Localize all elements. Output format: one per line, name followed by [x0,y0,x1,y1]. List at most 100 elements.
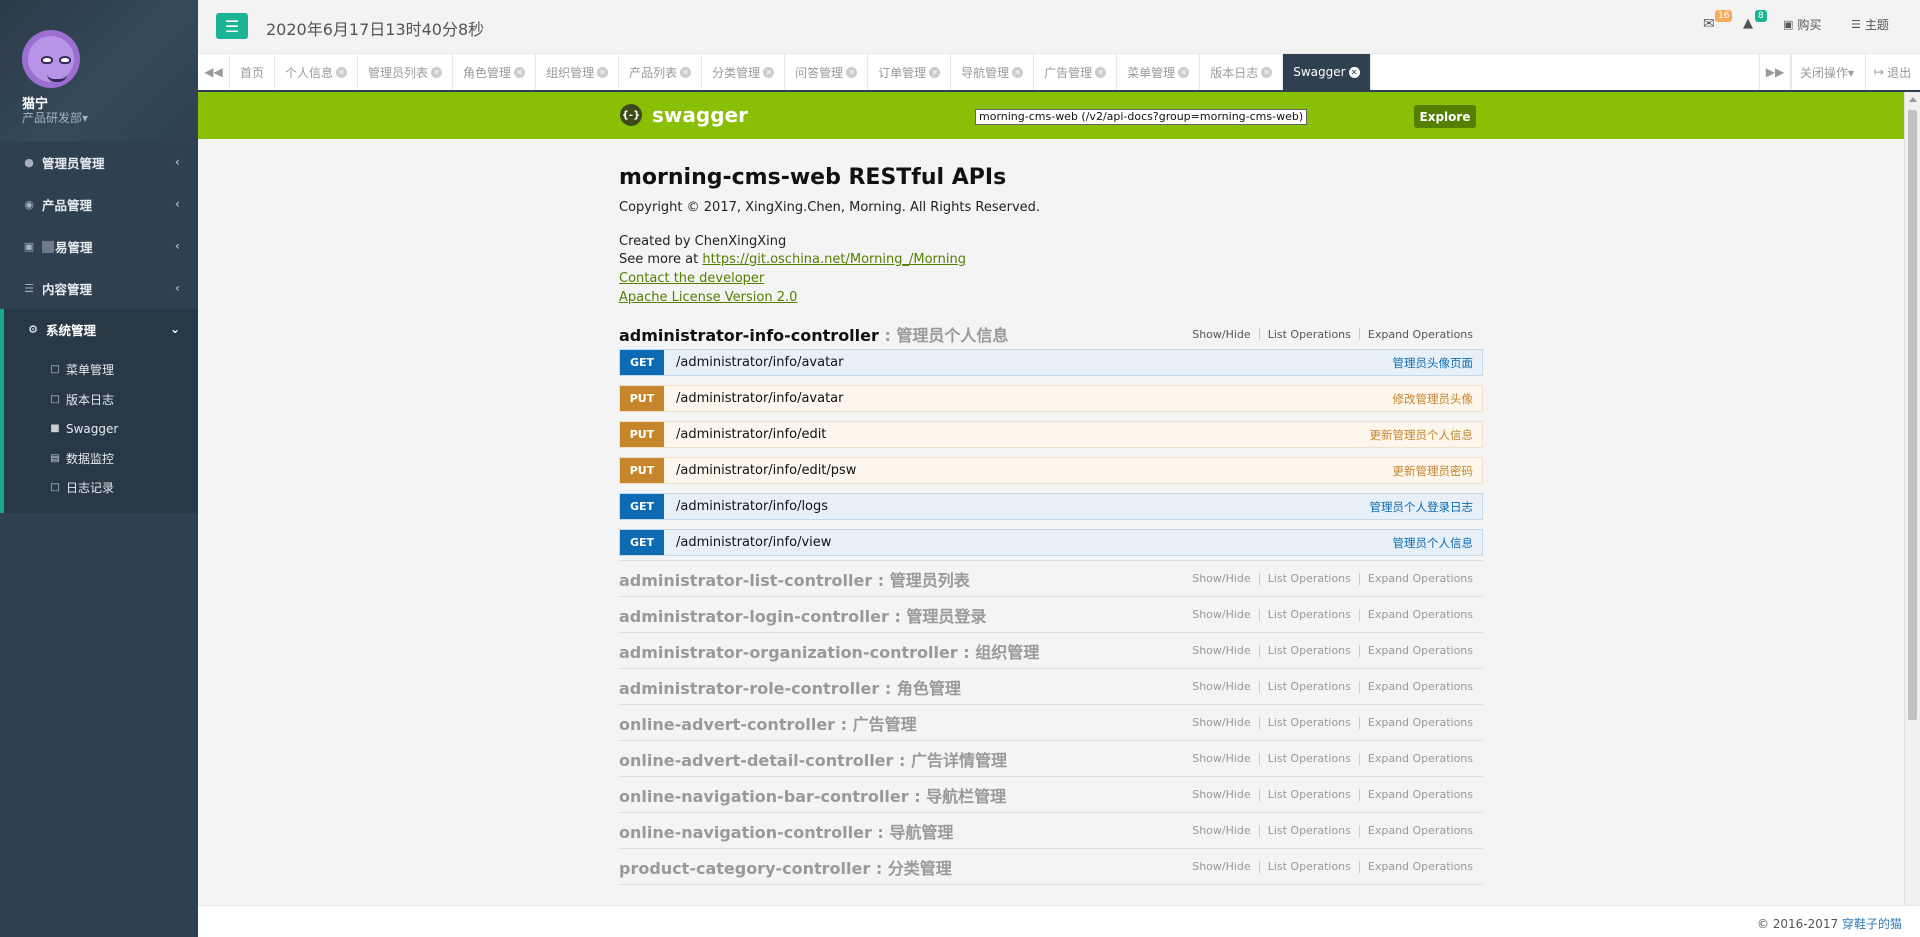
footer-brand-link[interactable]: 穿鞋子的猫 [1842,917,1902,931]
show-hide-link[interactable]: Show/Hide [1192,328,1250,341]
sidebar-subitem-version-log[interactable]: □ 版本日志 [4,385,198,415]
envelope-icon: ✉ 16 [1703,10,1733,32]
tab-personal-info[interactable]: 个人信息 ✕ [275,54,359,90]
sidebar-item-admin-management[interactable]: ● 管理员管理 ‹ [0,141,198,183]
money-icon: ▣ [23,239,35,253]
tab-menu-management[interactable]: 菜单管理 ✕ [1117,54,1201,90]
method-badge: GET [620,530,664,555]
chevron-down-icon: ⌄ [169,322,180,336]
controller-online-advert-detail[interactable]: online-advert-detail-controller : 广告详情管理… [619,741,1483,777]
sidebar-item-label: 系统管理 [46,322,97,338]
controller-product-category[interactable]: product-category-controller : 分类管理 Show/… [619,849,1483,885]
tab-home[interactable]: 首页 [230,54,276,90]
scrollbar-thumb[interactable] [1908,110,1917,720]
scroll-up-arrow-icon[interactable] [1909,97,1917,102]
sidebar-subitem-label: 版本日志 [66,392,115,407]
operation-get-info-avatar[interactable]: GET /administrator/info/avatar 管理员头像页面 [619,349,1483,376]
close-icon[interactable]: ✕ [763,66,775,78]
tab-org-management[interactable]: 组织管理 ✕ [536,54,620,90]
controller-administrator-login[interactable]: administrator-login-controller : 管理员登录 S… [619,597,1483,633]
sidebar-item-trade-management[interactable]: ▣ 易管理 ‹ [0,225,198,267]
tab-version-log[interactable]: 版本日志 ✕ [1200,54,1284,90]
close-icon[interactable]: ✕ [680,66,692,78]
close-icon[interactable]: ✕ [431,66,443,78]
tab-scroll-right-button[interactable]: ▶▶ [1759,54,1791,90]
expand-operations-link[interactable]: Expand Operations [1368,328,1473,341]
close-icon[interactable]: ✕ [597,66,609,78]
controller-header-administrator-info[interactable]: administrator-info-controller : 管理员个人信息 … [619,319,1483,349]
swagger-frame: {-} swagger morning-cms-web (/v2/api-doc… [198,92,1920,905]
method-badge: GET [620,494,664,519]
close-icon[interactable]: ✕ [1348,66,1360,78]
controller-online-advert[interactable]: online-advert-controller : 广告管理 Show/Hid… [619,705,1483,741]
content-scrollbar[interactable] [1904,92,1920,905]
operation-put-info-edit[interactable]: PUT /administrator/info/edit 更新管理员个人信息 [619,421,1483,448]
method-badge: PUT [620,458,664,483]
tab-qa-management[interactable]: 问答管理 ✕ [785,54,869,90]
operation-path: /administrator/info/avatar [676,391,844,406]
controller-administrator-role[interactable]: administrator-role-controller : 角色管理 Sho… [619,669,1483,705]
operation-path: /administrator/info/edit/psw [676,463,857,478]
tab-scroll-left-button[interactable]: ◀◀ [198,54,230,90]
operation-summary: 修改管理员头像 [1392,391,1474,406]
tab-product-list[interactable]: 产品列表 ✕ [619,54,703,90]
controller-actions: Show/Hide List Operations Expand Operati… [1192,328,1483,341]
sidebar-subitem-swagger[interactable]: ■ Swagger [4,414,198,444]
method-badge: GET [620,350,664,375]
menu-toggle-button[interactable]: ☰ [216,13,248,39]
see-more-link[interactable]: https://git.oschina.net/Morning_/Morning [702,252,966,267]
theme-button[interactable]: ☰ 主题 [1851,16,1889,33]
sidebar-subitem-label: Swagger [66,421,119,436]
operation-get-info-view[interactable]: GET /administrator/info/view 管理员个人信息 [619,529,1483,556]
tab-advert-management[interactable]: 广告管理 ✕ [1034,54,1118,90]
tab-swagger[interactable]: Swagger ✕ [1283,54,1371,90]
sidebar-submenu-system: □ 菜单管理 □ 版本日志 ■ Swagger ▤ 数据监控 □ 日志记录 [0,349,198,513]
sidebar-item-content-management[interactable]: ☰ 内容管理 ‹ [0,267,198,309]
close-icon[interactable]: ✕ [514,66,526,78]
sidebar-item-label: 产品管理 [42,197,93,213]
controller-online-navigation[interactable]: online-navigation-controller : 导航管理 Show… [619,813,1483,849]
logout-button[interactable]: ↦ 退出 [1865,54,1920,90]
controllers-list: administrator-list-controller : 管理员列表 Sh… [619,561,1483,885]
tab-nav-management[interactable]: 导航管理 ✕ [951,54,1035,90]
mail-button[interactable]: ✉ 16 [1703,10,1733,32]
sidebar-item-system-management[interactable]: ⚙ 系统管理 ⌄ [0,309,198,349]
user-dept-dropdown[interactable]: 产品研发部▾ [22,109,88,126]
license-link[interactable]: Apache License Version 2.0 [619,288,1483,307]
sidebar-subitem-data-monitor[interactable]: ▤ 数据监控 [4,444,198,474]
operation-put-info-edit-psw[interactable]: PUT /administrator/info/edit/psw 更新管理员密码 [619,457,1483,484]
bell-icon: ▲ 8 [1743,10,1767,31]
operation-get-info-logs[interactable]: GET /administrator/info/logs 管理员个人登录日志 [619,493,1483,520]
tab-order-management[interactable]: 订单管理 ✕ [868,54,952,90]
close-icon[interactable]: ✕ [1178,66,1190,78]
close-icon[interactable]: ✕ [846,66,858,78]
explore-button[interactable]: Explore [1414,105,1476,128]
gear-icon: ⚙ [28,322,38,336]
sidebar-item-product-management[interactable]: ◉ 产品管理 ‹ [0,183,198,225]
sidebar-subitem-log-records[interactable]: □ 日志记录 [4,473,198,503]
close-icon[interactable]: ✕ [336,66,348,78]
controller-administrator-list[interactable]: administrator-list-controller : 管理员列表 Sh… [619,561,1483,597]
sidebar-subitem-menu-management[interactable]: □ 菜单管理 [4,355,198,385]
sidebar-item-label: 管理员管理 [42,155,105,171]
contact-developer-link[interactable]: Contact the developer [619,269,1483,288]
list-operations-link[interactable]: List Operations [1268,328,1351,341]
controller-title[interactable]: administrator-info-controller : 管理员个人信息 [619,322,1008,346]
close-icon[interactable]: ✕ [1261,66,1273,78]
tab-category-management[interactable]: 分类管理 ✕ [702,54,786,90]
controller-online-navigation-bar[interactable]: online-navigation-bar-controller : 导航栏管理… [619,777,1483,813]
buy-button[interactable]: ▣ 购买 [1783,16,1821,33]
avatar[interactable] [22,30,80,88]
close-icon[interactable]: ✕ [1095,66,1107,78]
tab-admin-list[interactable]: 管理员列表 ✕ [358,54,454,90]
api-group-select[interactable]: morning-cms-web (/v2/api-docs?group=morn… [975,109,1307,125]
notification-button[interactable]: ▲ 8 [1743,10,1767,31]
close-icon[interactable]: ✕ [1012,66,1024,78]
close-operations-dropdown[interactable]: 关闭操作▾ [1791,54,1865,90]
operation-summary: 管理员个人登录日志 [1369,499,1474,514]
controller-administrator-organization[interactable]: administrator-organization-controller : … [619,633,1483,669]
user-profile: 猫宁 产品研发部▾ [0,0,198,141]
tab-role-management[interactable]: 角色管理 ✕ [453,54,537,90]
operation-put-info-avatar[interactable]: PUT /administrator/info/avatar 修改管理员头像 [619,385,1483,412]
close-icon[interactable]: ✕ [929,66,941,78]
